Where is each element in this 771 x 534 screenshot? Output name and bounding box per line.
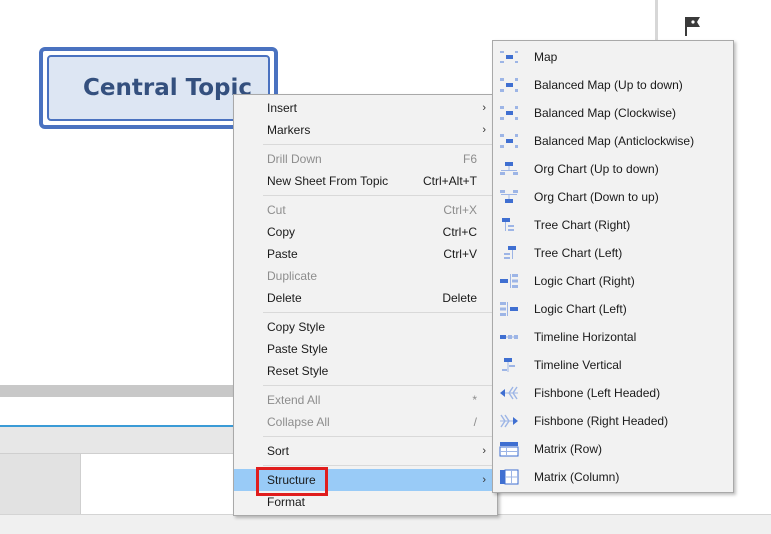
- balanced-map-clockwise-icon: [500, 106, 518, 120]
- timeline-vertical-icon: [502, 358, 515, 372]
- structure-tree-chart-left[interactable]: Tree Chart (Left): [493, 239, 733, 267]
- fishbone-right-icon: [500, 414, 518, 428]
- shortcut-label: *: [472, 393, 477, 407]
- structure-org-chart-down[interactable]: Org Chart (Up to down): [493, 155, 733, 183]
- structure-tree-chart-right[interactable]: Tree Chart (Right): [493, 211, 733, 239]
- menu-item-paste[interactable]: Paste Ctrl+V: [234, 243, 497, 265]
- menu-separator: [263, 195, 497, 196]
- chevron-right-icon: ›: [482, 445, 486, 457]
- menu-item-cut[interactable]: Cut Ctrl+X: [234, 199, 497, 221]
- bottom-tab-strip: [0, 427, 240, 454]
- structure-logic-chart-left[interactable]: Logic Chart (Left): [493, 295, 733, 323]
- menu-item-extend-all[interactable]: Extend All *: [234, 389, 497, 411]
- chevron-right-icon: ›: [482, 102, 486, 114]
- menu-separator: [263, 465, 497, 466]
- structure-matrix-row[interactable]: Matrix (Row): [493, 435, 733, 463]
- structure-org-chart-up[interactable]: Org Chart (Down to up): [493, 183, 733, 211]
- org-chart-up-icon: [500, 190, 518, 203]
- map-structure-icon: [500, 51, 518, 63]
- balanced-map-icon: [500, 78, 518, 92]
- menu-item-copy[interactable]: Copy Ctrl+C: [234, 221, 497, 243]
- menu-item-delete[interactable]: Delete Delete: [234, 287, 497, 309]
- flag-button[interactable]: [675, 8, 709, 44]
- structure-submenu: Map Balanced Map (Up to down) Balanced M…: [492, 40, 734, 493]
- tree-chart-right-icon: [502, 218, 514, 231]
- logic-chart-right-icon: [500, 274, 518, 288]
- menu-item-format[interactable]: Format: [234, 491, 497, 513]
- menu-item-insert[interactable]: Insert ›: [234, 97, 497, 119]
- structure-balanced-map-clockwise[interactable]: Balanced Map (Clockwise): [493, 99, 733, 127]
- panel-edge: [655, 0, 658, 45]
- structure-fishbone-left[interactable]: Fishbone (Left Headed): [493, 379, 733, 407]
- structure-timeline-horizontal[interactable]: Timeline Horizontal: [493, 323, 733, 351]
- context-menu: Insert › Markers › Drill Down F6 New She…: [233, 94, 498, 516]
- menu-item-new-sheet-from-topic[interactable]: New Sheet From Topic Ctrl+Alt+T: [234, 170, 497, 192]
- structure-balanced-map-up-down[interactable]: Balanced Map (Up to down): [493, 71, 733, 99]
- menu-item-markers[interactable]: Markers ›: [234, 119, 497, 141]
- tree-chart-left-icon: [504, 246, 516, 259]
- logic-chart-left-icon: [500, 302, 518, 316]
- structure-map[interactable]: Map: [493, 43, 733, 71]
- matrix-column-icon: [500, 469, 519, 485]
- menu-item-copy-style[interactable]: Copy Style: [234, 316, 497, 338]
- shortcut-label: F6: [462, 152, 477, 166]
- structure-timeline-vertical[interactable]: Timeline Vertical: [493, 351, 733, 379]
- shortcut-label: /: [473, 415, 477, 429]
- status-bar: [0, 514, 771, 534]
- shortcut-label: Ctrl+Alt+T: [422, 174, 477, 188]
- structure-fishbone-right[interactable]: Fishbone (Right Headed): [493, 407, 733, 435]
- menu-separator: [263, 385, 497, 386]
- sheet-tab-bar: [0, 397, 240, 427]
- balanced-map-anticlockwise-icon: [500, 134, 518, 148]
- menu-item-paste-style[interactable]: Paste Style: [234, 338, 497, 360]
- org-chart-down-icon: [500, 162, 518, 175]
- fishbone-left-icon: [500, 386, 518, 400]
- menu-item-duplicate[interactable]: Duplicate: [234, 265, 497, 287]
- shortcut-label: Ctrl+C: [442, 225, 477, 239]
- menu-item-collapse-all[interactable]: Collapse All /: [234, 411, 497, 433]
- menu-item-reset-style[interactable]: Reset Style: [234, 360, 497, 382]
- menu-separator: [263, 312, 497, 313]
- structure-logic-chart-right[interactable]: Logic Chart (Right): [493, 267, 733, 295]
- shortcut-label: Ctrl+X: [443, 203, 477, 217]
- matrix-row-icon: [499, 442, 519, 457]
- structure-balanced-map-anticlockwise[interactable]: Balanced Map (Anticlockwise): [493, 127, 733, 155]
- shortcut-label: Delete: [442, 291, 477, 305]
- menu-item-drill-down[interactable]: Drill Down F6: [234, 148, 497, 170]
- bottom-left-panel: [0, 454, 81, 514]
- chevron-right-icon: ›: [482, 474, 486, 486]
- timeline-horizontal-icon: [500, 335, 518, 339]
- shortcut-label: Ctrl+V: [443, 247, 477, 261]
- flag-icon: [685, 17, 700, 36]
- menu-separator: [263, 144, 497, 145]
- structure-matrix-column[interactable]: Matrix (Column): [493, 463, 733, 491]
- menu-separator: [263, 436, 497, 437]
- chevron-right-icon: ›: [482, 124, 486, 136]
- menu-item-sort[interactable]: Sort ›: [234, 440, 497, 462]
